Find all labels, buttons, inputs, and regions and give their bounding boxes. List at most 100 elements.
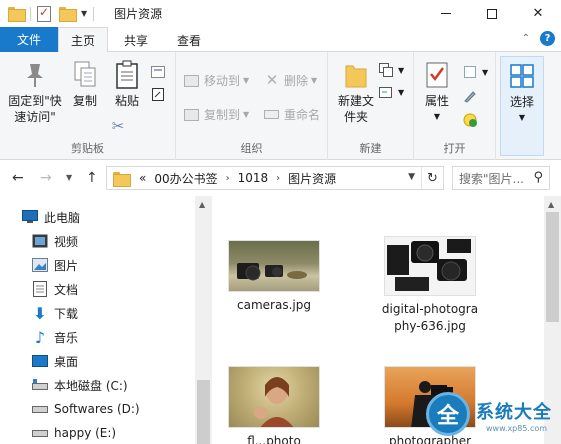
new-group-label: 新建 [359,142,382,155]
easy-access-icon [378,84,394,100]
tab-home[interactable]: 主页 [58,27,108,53]
document-icon [32,281,48,297]
tab-view[interactable]: 查看 [166,27,212,53]
select-group[interactable]: 选择 ▼ [500,56,544,156]
scroll-up-icon[interactable]: ▲ [199,200,205,209]
sidebar-item-label: Softwares (D:) [54,402,140,416]
close-button[interactable]: ✕ [515,0,561,27]
drive-icon [32,401,48,417]
sidebar-item-drive-c[interactable]: 本地磁盘 (C:) [32,374,128,396]
copy-to-button[interactable]: 复制到 ▼ [184,104,249,124]
new-folder-button[interactable]: 新建文件夹 [334,60,378,125]
paste-shortcut-button[interactable] [150,84,170,104]
breadcrumb-separator-icon[interactable]: › [276,173,280,184]
sidebar-item-label: happy (E:) [54,426,117,440]
sidebar-item-label: 此电脑 [44,210,81,225]
file-name: cameras.jpg [237,298,311,312]
window-controls: ✕ [423,0,561,27]
rename-button[interactable]: 重命名 [264,104,320,124]
scrollbar-thumb[interactable] [546,212,559,322]
sidebar-item-label: 文档 [54,282,79,297]
breadcrumb-separator-icon[interactable]: › [226,173,230,184]
sidebar-scrollbar[interactable]: ▲ [195,196,212,444]
navigation-bar: ← → ▼ ↑ « 00办公书签 › 1018 › 图片资源 ▼ ↻ 搜索"图片… [0,160,561,196]
pin-quick-access-button[interactable]: 固定到"快速访问" [6,60,64,125]
history-button[interactable] [462,110,482,130]
file-item[interactable]: digital-photography-636.jpg [370,236,490,335]
divider [30,6,31,21]
scrollbar-thumb[interactable] [197,380,210,444]
scissors-icon: ✂ [111,117,125,135]
breadcrumb-item[interactable]: 图片资源 [288,170,336,187]
scroll-up-icon[interactable]: ▲ [548,200,554,209]
delete-icon: ✕ [265,71,279,89]
tab-share[interactable]: 共享 [112,27,160,53]
forward-icon[interactable]: → [40,170,52,186]
select-button[interactable]: 选择 ▼ [503,63,541,126]
sidebar-item-label: 图片 [54,258,79,273]
open-group-label: 打开 [443,142,466,155]
overflow-crumb[interactable]: « [139,171,146,185]
minimize-button[interactable] [423,0,469,27]
breadcrumb-item[interactable]: 1018 [238,171,269,185]
download-icon: ⬇ [33,303,47,323]
recent-locations-icon[interactable]: ▼ [66,173,72,182]
move-to-label: 移动到 [204,73,241,88]
folder-icon [8,7,26,22]
maximize-button[interactable] [469,0,515,27]
navigation-pane: 此电脑 视频 图片 文档 ⬇ 下载 ♪ 音乐 桌面 本地磁盘 (C:) Soft… [0,196,212,444]
copy-button[interactable]: 复制 [66,60,104,109]
properties-icon[interactable] [37,5,51,22]
new-folder-icon[interactable] [59,7,77,22]
watermark-url: www.xp85.com [486,424,548,433]
address-bar[interactable]: « 00办公书签 › 1018 › 图片资源 ▼ ↻ [106,166,444,190]
sidebar-item-documents[interactable]: 文档 [32,278,78,300]
breadcrumb-item[interactable]: 00办公书签 [154,170,217,187]
sidebar-item-music[interactable]: ♪ 音乐 [32,326,78,348]
sidebar-item-this-pc[interactable]: 此电脑 [22,206,80,228]
edit-button[interactable] [462,86,482,106]
copy-to-icon [184,106,200,122]
refresh-icon[interactable]: ↻ [421,167,443,189]
easy-access-button[interactable]: ▼ [378,82,404,102]
tab-file[interactable]: 文件 [0,27,58,52]
properties-icon [426,62,448,88]
move-to-button[interactable]: 移动到 ▼ [184,70,249,90]
ribbon-tabs: 文件 主页 共享 查看 ⌃ ? [0,27,561,53]
sidebar-item-downloads[interactable]: ⬇ 下载 [32,302,78,324]
sidebar-item-desktop[interactable]: 桌面 [32,350,78,372]
pin-icon [27,64,43,87]
drive-icon [32,425,48,441]
chevron-down-icon: ▼ [398,65,405,75]
open-button[interactable]: ▼ [462,62,488,82]
delete-label: 删除 [284,73,309,88]
customize-dropdown-icon[interactable]: ▼ [81,9,87,18]
cut-button[interactable]: ✂ [110,116,130,136]
collapse-ribbon-icon[interactable]: ⌃ [522,33,530,44]
copy-path-button[interactable] [150,62,170,82]
sidebar-item-drive-e[interactable]: happy (E:) [32,422,116,444]
help-icon[interactable]: ? [540,31,555,46]
paste-button[interactable]: 粘贴 [108,60,146,109]
sidebar-item-pictures[interactable]: 图片 [32,254,78,276]
up-icon[interactable]: ↑ [86,170,98,186]
file-item[interactable]: fl...photo [214,366,334,444]
delete-button[interactable]: ✕ 删除 ▼ [264,70,317,90]
chevron-down-icon: ▼ [243,109,250,119]
watermark-text: 系统大全 [476,402,552,423]
file-item[interactable]: cameras.jpg [214,240,334,314]
clipboard-group: 固定到"快速访问" 复制 粘贴 ✂ 剪贴板 [0,52,176,160]
sidebar-item-videos[interactable]: 视频 [32,230,78,252]
divider [93,6,95,21]
search-input[interactable]: 搜索"图片... ⚲ [452,166,550,190]
sidebar-item-drive-d[interactable]: Softwares (D:) [32,398,140,420]
new-item-button[interactable]: ▼ [378,60,404,80]
quick-access-toolbar: ▼ [0,0,100,27]
sidebar-item-label: 视频 [54,234,79,249]
organize-group: 移动到 ▼ 复制到 ▼ ✕ 删除 ▼ 重命名 组织 [176,52,328,160]
chevron-down-icon: ▼ [518,113,526,122]
address-dropdown-icon[interactable]: ▼ [408,172,415,182]
back-icon[interactable]: ← [12,170,24,186]
pin-label: 固定到"快速访问" [8,94,62,124]
properties-button[interactable]: 属性 ▼ [420,60,454,125]
